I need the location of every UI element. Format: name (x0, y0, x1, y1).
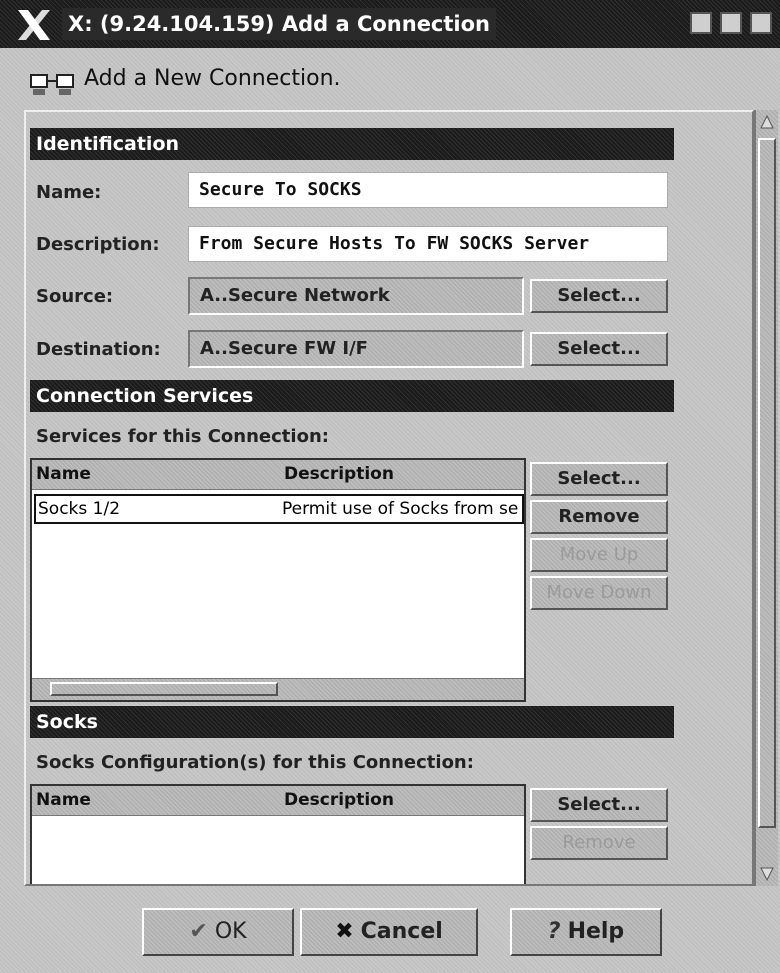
scroll-up-icon[interactable] (759, 114, 775, 130)
services-select-button[interactable]: Select... (530, 462, 668, 496)
help-question-icon: ? (547, 919, 561, 944)
hscroll-thumb[interactable] (50, 682, 278, 696)
services-list-header: Name Description (32, 460, 524, 490)
socks-section-header: Socks (30, 706, 674, 738)
source-select-button[interactable]: Select... (530, 279, 668, 313)
socks-select-button[interactable]: Select... (530, 788, 668, 822)
checkmark-icon: ✔ (189, 919, 208, 944)
vscroll-thumb[interactable] (758, 138, 776, 828)
services-move-down-button[interactable]: Move Down (530, 576, 668, 610)
services-move-up-button[interactable]: Move Up (530, 538, 668, 572)
row-description: Permit use of Socks from se (282, 499, 519, 519)
socks-column-header-description[interactable]: Description (284, 790, 394, 810)
help-label: Help (567, 919, 625, 944)
table-row[interactable]: Socks 1/2 Permit use of Socks from se (34, 494, 524, 524)
destination-select-button[interactable]: Select... (530, 332, 668, 366)
socks-list-label: Socks Configuration(s) for this Connecti… (36, 752, 474, 773)
socks-remove-button[interactable]: Remove (530, 826, 668, 860)
title-bar[interactable]: X: (9.24.104.159) Add a Connection (0, 0, 780, 48)
scroll-down-icon[interactable] (759, 866, 775, 882)
column-header-description[interactable]: Description (284, 464, 394, 484)
services-list-label: Services for this Connection: (36, 426, 329, 447)
destination-field: A..Secure FW I/F (188, 330, 524, 368)
help-button[interactable]: ? Help (510, 908, 662, 956)
minimize-icon[interactable] (690, 12, 712, 34)
column-header-name[interactable]: Name (36, 464, 91, 484)
maximize-icon[interactable] (720, 12, 742, 34)
cancel-x-icon: ✖ (335, 919, 354, 944)
connection-services-section-header: Connection Services (30, 380, 674, 412)
ok-label: OK (214, 919, 247, 944)
description-label: Description: (36, 234, 160, 255)
close-icon[interactable] (750, 12, 772, 34)
services-hscrollbar[interactable] (32, 678, 524, 700)
name-label: Name: (36, 182, 102, 203)
services-remove-button[interactable]: Remove (530, 500, 668, 534)
description-input[interactable]: From Secure Hosts To FW SOCKS Server (188, 226, 668, 262)
connection-icon (30, 74, 74, 95)
x-window-logo-icon (18, 10, 50, 40)
dialog-header: Add a New Connection. (84, 66, 341, 91)
ok-button[interactable]: ✔ OK (142, 908, 294, 956)
source-label: Source: (36, 286, 114, 307)
socks-list[interactable]: Name Description (30, 784, 526, 884)
cancel-button[interactable]: ✖ Cancel (300, 908, 478, 956)
panel-vscrollbar[interactable] (754, 110, 778, 886)
services-list[interactable]: Name Description Socks 1/2 Permit use of… (30, 458, 526, 702)
socks-column-header-name[interactable]: Name (36, 790, 91, 810)
window-title: X: (9.24.104.159) Add a Connection (62, 8, 496, 40)
destination-label: Destination: (36, 339, 161, 360)
cancel-label: Cancel (360, 919, 443, 944)
row-name: Socks 1/2 (38, 499, 121, 519)
identification-section-header: Identification (30, 128, 674, 160)
name-input[interactable]: Secure To SOCKS (188, 172, 668, 208)
socks-list-header: Name Description (32, 786, 524, 816)
source-field: A..Secure Network (188, 277, 524, 315)
